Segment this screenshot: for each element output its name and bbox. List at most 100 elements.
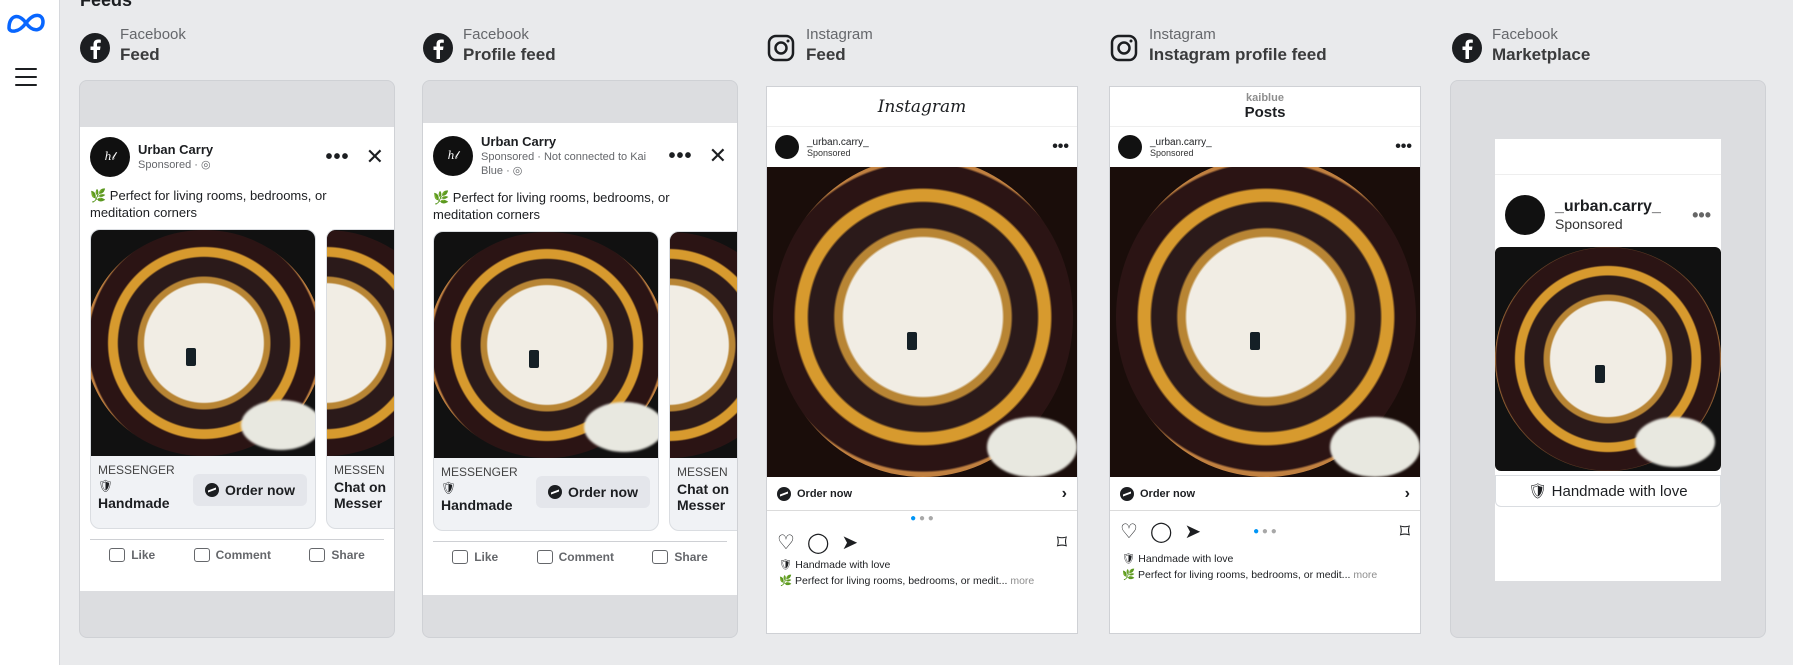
preview-column-facebook-marketplace: Facebook Marketplace bbox=[1452, 26, 1768, 72]
comment-icon bbox=[536, 550, 553, 564]
comment-button[interactable]: Comment bbox=[193, 548, 271, 562]
ig-handle[interactable]: _urban.carry_ bbox=[1150, 137, 1212, 148]
messenger-icon bbox=[1120, 486, 1134, 501]
caption: 🌿 Perfect for living rooms, bedrooms, or… bbox=[779, 575, 1035, 587]
share-button[interactable]: Share bbox=[309, 548, 365, 562]
hamburger-icon[interactable] bbox=[15, 68, 37, 88]
avatar[interactable] bbox=[1505, 195, 1545, 235]
send-icon[interactable]: ➤ bbox=[1184, 519, 1201, 544]
sponsored-label: Sponsored bbox=[1150, 147, 1194, 158]
facebook-icon bbox=[423, 33, 453, 63]
platform-label: Instagram bbox=[806, 26, 873, 43]
preview-frame-facebook-marketplace[interactable]: _urban.carry_ Sponsored ••• 🛡 Handmade w… bbox=[1450, 80, 1766, 638]
platform-label: Facebook bbox=[120, 26, 186, 43]
order-now-cta[interactable]: Order now › bbox=[767, 477, 1077, 511]
avatar[interactable] bbox=[775, 135, 799, 159]
carousel-card-next[interactable]: MESSEN Chat on Messer bbox=[326, 229, 394, 529]
primary-text: 🌿 Perfect for living rooms, bedrooms, or… bbox=[433, 190, 670, 222]
messenger-icon bbox=[777, 486, 791, 501]
preview-frame-facebook-profile-feed[interactable]: ℎ𝓁 Urban Carry Sponsored · Not connected… bbox=[422, 80, 738, 638]
card-headline-2: Messer bbox=[334, 495, 383, 511]
carousel-card[interactable]: MESSENGER 🛡 Handmade Order now bbox=[433, 231, 659, 531]
facebook-icon bbox=[80, 33, 110, 63]
close-icon[interactable]: ✕ bbox=[709, 145, 727, 167]
preview-column-instagram-feed: Instagram Feed bbox=[766, 26, 1082, 72]
carousel-card[interactable]: MESSENGER 🛡 Handmade Order now bbox=[90, 229, 316, 529]
carousel[interactable]: MESSENGER 🛡 Handmade Order now MESSEN Ch… bbox=[80, 229, 394, 529]
card-headline: Chat on bbox=[334, 479, 387, 495]
comment-icon[interactable]: ◯ bbox=[1150, 519, 1172, 544]
bookmark-icon[interactable]: ⌑ bbox=[1400, 519, 1410, 544]
more-options-icon[interactable]: ••• bbox=[669, 146, 693, 166]
globe-icon: ◎ bbox=[512, 165, 523, 177]
preview-column-instagram-profile-feed: Instagram Instagram profile feed bbox=[1109, 26, 1425, 72]
avatar[interactable] bbox=[1118, 135, 1142, 159]
send-icon[interactable]: ➤ bbox=[841, 530, 858, 555]
card-caption: MESSEN bbox=[334, 463, 385, 477]
placement-label: Feed bbox=[806, 45, 846, 64]
ad-image[interactable] bbox=[767, 167, 1077, 477]
placement-label: Feed bbox=[120, 45, 160, 64]
messenger-icon bbox=[204, 483, 219, 497]
comment-icon[interactable]: ◯ bbox=[807, 530, 829, 555]
profile-posts-title: Posts bbox=[1244, 104, 1286, 121]
page-name[interactable]: Urban Carry bbox=[138, 142, 213, 157]
carousel[interactable]: MESSENGER 🛡 Handmade Order now MESSEN Ch… bbox=[423, 231, 737, 531]
marketplace-card: _urban.carry_ Sponsored ••• 🛡 Handmade w… bbox=[1495, 139, 1721, 581]
card-headline-2: Messer bbox=[677, 497, 726, 513]
facebook-icon bbox=[1452, 33, 1482, 63]
ad-image[interactable] bbox=[1110, 167, 1420, 477]
headline: 🛡 Handmade with love bbox=[1495, 475, 1721, 507]
ad-image bbox=[670, 232, 737, 458]
more-options-icon[interactable]: ••• bbox=[1052, 138, 1069, 156]
more-options-icon[interactable]: ••• bbox=[326, 147, 350, 167]
like-button[interactable]: Like bbox=[109, 548, 155, 562]
more-options-icon[interactable]: ••• bbox=[1395, 138, 1412, 156]
globe-icon: ◎ bbox=[200, 159, 211, 171]
placement-label: Instagram profile feed bbox=[1149, 45, 1327, 64]
page-name[interactable]: Urban Carry bbox=[481, 134, 661, 149]
sponsored-label: Sponsored bbox=[807, 147, 851, 158]
chevron-right-icon: › bbox=[1404, 484, 1410, 502]
order-now-button[interactable]: Order now bbox=[535, 476, 650, 508]
order-now-cta[interactable]: Order now › bbox=[1110, 477, 1420, 511]
preview-frame-facebook-feed[interactable]: ℎ𝓁 Urban Carry Sponsored · ◎ ••• ✕ 🌿 Per… bbox=[79, 80, 395, 638]
shield-icon: 🛡 bbox=[779, 559, 793, 571]
preview-frame-instagram-profile-feed[interactable]: kaiblue Posts _urban.carry_ Sponsored ••… bbox=[1109, 86, 1421, 634]
carousel-card-next[interactable]: MESSEN Chat on Messer bbox=[669, 231, 737, 531]
comment-button[interactable]: Comment bbox=[536, 550, 614, 564]
ig-handle[interactable]: _urban.carry_ bbox=[1555, 198, 1661, 216]
instagram-wordmark: Instagram bbox=[877, 96, 967, 117]
sponsored-label: Sponsored · bbox=[138, 159, 201, 171]
ad-image[interactable] bbox=[1495, 247, 1721, 471]
share-icon bbox=[652, 550, 669, 564]
bookmark-icon[interactable]: ⌑ bbox=[1057, 530, 1067, 555]
meta-logo-icon[interactable] bbox=[6, 10, 46, 36]
preview-frame-instagram-feed[interactable]: Instagram _urban.carry_ Sponsored ••• Or… bbox=[766, 86, 1078, 634]
heart-icon[interactable]: ♡ bbox=[777, 530, 795, 555]
more-options-icon[interactable]: ••• bbox=[1692, 205, 1711, 226]
platform-label: Facebook bbox=[1492, 26, 1558, 43]
headline: 🛡 Handmade with love bbox=[1122, 553, 1234, 565]
card-caption: MESSEN bbox=[677, 465, 728, 479]
comment-icon bbox=[193, 548, 210, 562]
avatar[interactable]: ℎ𝓁 bbox=[433, 136, 473, 176]
shield-icon: 🛡 bbox=[1122, 553, 1136, 565]
leaf-icon: 🌿 bbox=[779, 575, 793, 587]
like-button[interactable]: Like bbox=[452, 550, 498, 564]
profile-username: kaiblue bbox=[1246, 92, 1284, 104]
avatar[interactable]: ℎ𝓁 bbox=[90, 137, 130, 177]
ig-handle[interactable]: _urban.carry_ bbox=[807, 137, 869, 148]
close-icon[interactable]: ✕ bbox=[366, 146, 384, 168]
order-now-button[interactable]: Order now bbox=[192, 474, 307, 506]
carousel-dots: ● ● ● bbox=[910, 513, 934, 524]
carousel-dots: ● ● ● bbox=[1253, 525, 1277, 537]
instagram-icon bbox=[1110, 34, 1138, 62]
more-link[interactable]: more bbox=[1010, 575, 1034, 587]
more-link[interactable]: more bbox=[1353, 569, 1377, 581]
platform-label: Instagram bbox=[1149, 26, 1216, 43]
share-button[interactable]: Share bbox=[652, 550, 708, 564]
platform-label: Facebook bbox=[463, 26, 529, 43]
messenger-icon bbox=[547, 485, 562, 499]
heart-icon[interactable]: ♡ bbox=[1120, 519, 1138, 544]
